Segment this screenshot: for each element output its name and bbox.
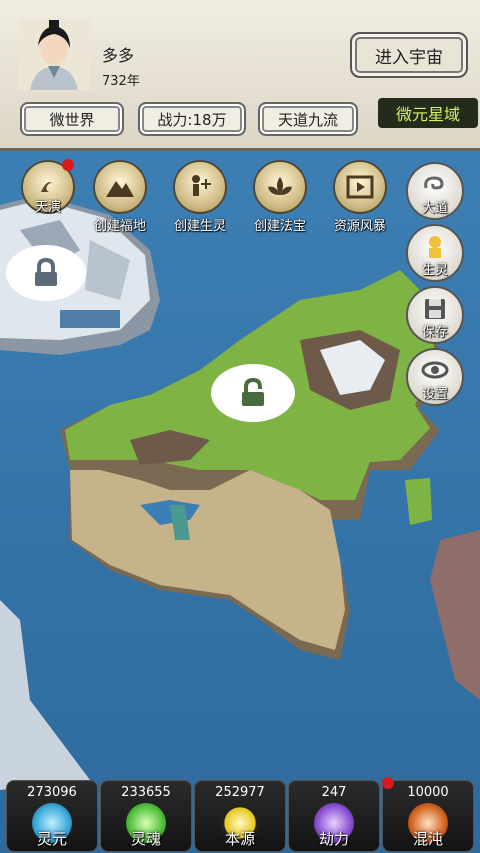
cloud-swirl-icon <box>408 172 462 200</box>
action-label: 天演 <box>34 200 61 215</box>
action-create-creature[interactable]: 创建生灵 <box>167 160 233 234</box>
mountain-icon <box>93 160 147 214</box>
side-label: 大道 <box>421 201 448 216</box>
player-name: 多多 <box>102 46 135 65</box>
figure-plus-icon <box>173 160 227 214</box>
action-create-artifact[interactable]: 创建法宝 <box>247 160 313 234</box>
unlock-icon <box>242 378 264 406</box>
action-create-land[interactable]: 创建福地 <box>87 160 153 234</box>
enter-universe-button[interactable]: 进入宇宙 <box>350 32 468 78</box>
eye-gear-icon <box>408 358 462 386</box>
resource-label: 灵魂 <box>130 830 161 848</box>
action-label: 创建福地 <box>93 219 146 234</box>
resource-benyuan[interactable]: 252977 本源 <box>194 780 286 852</box>
resource-value: 233655 <box>121 785 171 800</box>
side-label: 生灵 <box>421 263 448 278</box>
lock-icon <box>35 258 57 286</box>
dao-rank-tag[interactable]: 天道九流 <box>258 102 358 136</box>
resource-value: 273096 <box>27 785 77 800</box>
player-avatar[interactable] <box>18 18 90 90</box>
side-label: 保存 <box>421 325 448 340</box>
player-age: 732年 <box>102 74 140 89</box>
resource-label: 本源 <box>224 830 255 848</box>
resource-lingyuan[interactable]: 273096 灵元 <box>6 780 98 852</box>
resource-label: 灵元 <box>36 830 67 848</box>
action-label: 创建生灵 <box>173 219 226 234</box>
resource-linghun[interactable]: 233655 灵魂 <box>100 780 192 852</box>
resource-label: 劫力 <box>318 830 349 848</box>
notification-dot <box>382 777 394 789</box>
resource-hundun[interactable]: 10000 混沌 <box>382 780 474 852</box>
side-save-button[interactable]: 保存 <box>406 286 464 344</box>
resource-value: 247 <box>321 785 347 800</box>
power-tag[interactable]: 战力:18万 <box>138 102 246 136</box>
side-creature-button[interactable]: 生灵 <box>406 224 464 282</box>
realm-tag[interactable]: 微元星域 <box>378 98 478 128</box>
unlocked-island-marker[interactable] <box>211 364 295 422</box>
film-play-icon <box>333 160 387 214</box>
resource-jieli[interactable]: 247 劫力 <box>288 780 380 852</box>
top-panel: 多多 732年 进入宇宙 微世界 战力:18万 天道九流 微元星域 <box>0 0 480 151</box>
world-type-tag[interactable]: 微世界 <box>20 102 124 136</box>
action-resource-storm[interactable]: 资源风暴 <box>327 160 393 234</box>
resource-label: 混沌 <box>412 830 443 848</box>
resource-value: 10000 <box>407 785 449 800</box>
resource-value: 252977 <box>215 785 265 800</box>
locked-island-marker[interactable] <box>6 245 86 301</box>
lotus-icon <box>253 160 307 214</box>
notification-dot <box>62 159 74 171</box>
side-label: 设置 <box>421 387 448 402</box>
action-label: 创建法宝 <box>253 219 306 234</box>
side-dadao-button[interactable]: 大道 <box>406 162 464 220</box>
action-label: 资源风暴 <box>333 219 386 234</box>
side-settings-button[interactable]: 设置 <box>406 348 464 406</box>
